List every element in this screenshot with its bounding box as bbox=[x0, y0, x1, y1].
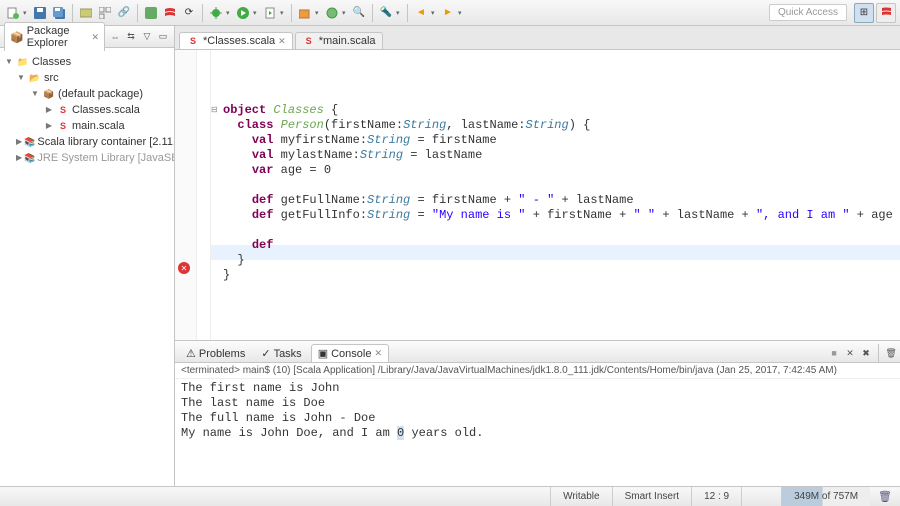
run-last-icon[interactable] bbox=[261, 4, 279, 22]
console-status: <terminated> main$ (10) [Scala Applicati… bbox=[175, 363, 900, 379]
forward-icon[interactable]: ► bbox=[439, 4, 457, 22]
terminate-icon[interactable]: ■ bbox=[827, 346, 841, 360]
tab-label: Problems bbox=[199, 348, 245, 360]
scala-file-icon: S bbox=[302, 35, 316, 47]
dropdown-icon[interactable]: ▾ bbox=[431, 9, 438, 17]
problems-tab[interactable]: ⚠Problems bbox=[179, 344, 252, 362]
debug-icon[interactable] bbox=[207, 4, 225, 22]
status-bar: Writable Smart Insert 12 : 9 349M of 757… bbox=[0, 486, 900, 506]
dropdown-icon[interactable]: ▾ bbox=[315, 9, 322, 17]
tab-label: Console bbox=[331, 348, 371, 360]
status-memory: 349M of 757M bbox=[781, 487, 870, 506]
dropdown-icon[interactable]: ▾ bbox=[458, 9, 465, 17]
dropdown-icon[interactable]: ▾ bbox=[280, 9, 287, 17]
outline-icon[interactable] bbox=[96, 4, 114, 22]
tree-label: JRE System Library [JavaSE-1.8] bbox=[37, 150, 174, 166]
tree-package[interactable]: ▼📦(default package) bbox=[2, 86, 172, 102]
package-explorer-panel: 📦 Package Explorer ✕ ⇔ ⇆ ▽ ▭ ▼📁Classes ▼… bbox=[0, 26, 175, 486]
back-icon[interactable]: ◄ bbox=[412, 4, 430, 22]
tree-label: main.scala bbox=[72, 118, 125, 134]
error-marker-icon[interactable]: ✕ bbox=[178, 262, 190, 274]
save-all-icon[interactable] bbox=[50, 4, 68, 22]
project-tree[interactable]: ▼📁Classes ▼📂src ▼📦(default package) ▶SCl… bbox=[0, 48, 174, 486]
new-package-icon[interactable] bbox=[296, 4, 314, 22]
tree-file[interactable]: ▶SClasses.scala bbox=[2, 102, 172, 118]
link-icon[interactable]: 🔗 bbox=[115, 4, 133, 22]
tree-library[interactable]: ▶📚JRE System Library [JavaSE-1.8] bbox=[2, 150, 172, 166]
tree-label: src bbox=[44, 70, 59, 86]
library-icon: 📚 bbox=[24, 136, 35, 148]
open-type-icon[interactable]: 🔍 bbox=[350, 4, 368, 22]
tasks-tab[interactable]: ✓ Tasks bbox=[254, 344, 308, 362]
package-explorer-tab[interactable]: 📦 Package Explorer ✕ bbox=[4, 22, 105, 51]
fold-icon[interactable]: ⊟ bbox=[211, 103, 218, 118]
tree-src[interactable]: ▼📂src bbox=[2, 70, 172, 86]
scala-icon[interactable] bbox=[161, 4, 179, 22]
perspective-scala-icon[interactable] bbox=[876, 3, 896, 23]
dropdown-icon[interactable]: ▾ bbox=[342, 9, 349, 17]
status-cursor-position: 12 : 9 bbox=[691, 487, 741, 506]
tab-label: *main.scala bbox=[319, 35, 376, 47]
new-icon[interactable] bbox=[4, 4, 22, 22]
project-icon: 📁 bbox=[16, 56, 30, 68]
collapse-icon[interactable]: ⇔ bbox=[108, 30, 122, 44]
editor-tab-classes[interactable]: S *Classes.scala ✕ bbox=[179, 32, 293, 49]
clear-icon[interactable]: 🗑 bbox=[884, 346, 898, 360]
dropdown-icon[interactable]: ▾ bbox=[23, 9, 30, 17]
code-editor[interactable]: ✕ ⊟object Classes { class Person(firstNa… bbox=[175, 50, 900, 340]
build-icon[interactable] bbox=[142, 4, 160, 22]
perspective-open-icon[interactable]: ⊞ bbox=[854, 3, 874, 23]
status-insert-mode: Smart Insert bbox=[612, 487, 691, 506]
console-icon: ▣ bbox=[318, 347, 328, 360]
package-icon: 📦 bbox=[10, 31, 24, 44]
tree-label: Classes bbox=[32, 54, 71, 70]
bottom-panel: ⚠Problems ✓Tasks ▣Console✕ ■ ✕ ✖ 🗑 🔒 📌 ▣… bbox=[175, 340, 900, 486]
status-writable: Writable bbox=[550, 487, 612, 506]
remove-all-icon[interactable]: ✖ bbox=[859, 346, 873, 360]
editor-tab-main[interactable]: S *main.scala bbox=[295, 32, 383, 49]
folder-icon: 📂 bbox=[28, 72, 42, 84]
search-icon[interactable]: 🔦 bbox=[377, 4, 395, 22]
toggle-icon[interactable] bbox=[77, 4, 95, 22]
dropdown-icon[interactable]: ▾ bbox=[226, 9, 233, 17]
quick-access-input[interactable]: Quick Access bbox=[769, 4, 847, 21]
tree-project[interactable]: ▼📁Classes bbox=[2, 54, 172, 70]
run-icon[interactable] bbox=[234, 4, 252, 22]
scala-file-icon: S bbox=[56, 120, 70, 132]
close-icon[interactable]: ✕ bbox=[278, 36, 286, 47]
remove-launch-icon[interactable]: ✕ bbox=[843, 346, 857, 360]
problems-icon: ⚠ bbox=[186, 347, 196, 360]
code-text[interactable]: ⊟object Classes { class Person(firstName… bbox=[223, 103, 900, 283]
library-icon: 📚 bbox=[24, 152, 35, 164]
main-toolbar: ▾ 🔗 ⟳ ▾ ▾ ▾ ▾ ▾ 🔍 🔦 ▾ ◄ ▾ ► ▾ Quick Acce… bbox=[0, 0, 900, 26]
editor-tabs: S *Classes.scala ✕ S *main.scala ▭ ▢ bbox=[175, 26, 900, 50]
close-icon[interactable]: ✕ bbox=[91, 32, 99, 43]
tree-library[interactable]: ▶📚Scala library container [2.11.8] bbox=[2, 134, 172, 150]
tree-file[interactable]: ▶Smain.scala bbox=[2, 118, 172, 134]
gc-icon[interactable]: 🗑 bbox=[870, 490, 900, 503]
dropdown-icon[interactable]: ▾ bbox=[253, 9, 260, 17]
tasks-icon: ✓ bbox=[261, 347, 270, 360]
tree-label: (default package) bbox=[58, 86, 143, 102]
console-output[interactable]: The first name is John The last name is … bbox=[175, 379, 900, 486]
tree-label: Classes.scala bbox=[72, 102, 140, 118]
tab-label: Tasks bbox=[274, 348, 302, 360]
tree-label: Scala library container [2.11.8] bbox=[37, 134, 174, 150]
fold-column[interactable] bbox=[197, 50, 211, 340]
panel-title: Package Explorer bbox=[27, 25, 89, 49]
scala-file-icon: S bbox=[186, 35, 200, 47]
link-editor-icon[interactable]: ⇆ bbox=[124, 30, 138, 44]
save-icon[interactable] bbox=[31, 4, 49, 22]
dropdown-icon[interactable]: ▾ bbox=[396, 9, 403, 17]
minimize-icon[interactable]: ▭ bbox=[156, 30, 170, 44]
console-tab[interactable]: ▣Console✕ bbox=[311, 344, 389, 362]
view-menu-icon[interactable]: ▽ bbox=[140, 30, 154, 44]
package-icon: 📦 bbox=[42, 88, 56, 100]
scala-file-icon: S bbox=[56, 104, 70, 116]
new-class-icon[interactable] bbox=[323, 4, 341, 22]
gutter[interactable]: ✕ bbox=[175, 50, 197, 340]
tab-label: *Classes.scala bbox=[203, 35, 275, 47]
close-icon[interactable]: ✕ bbox=[374, 348, 382, 359]
refresh-icon[interactable]: ⟳ bbox=[180, 4, 198, 22]
